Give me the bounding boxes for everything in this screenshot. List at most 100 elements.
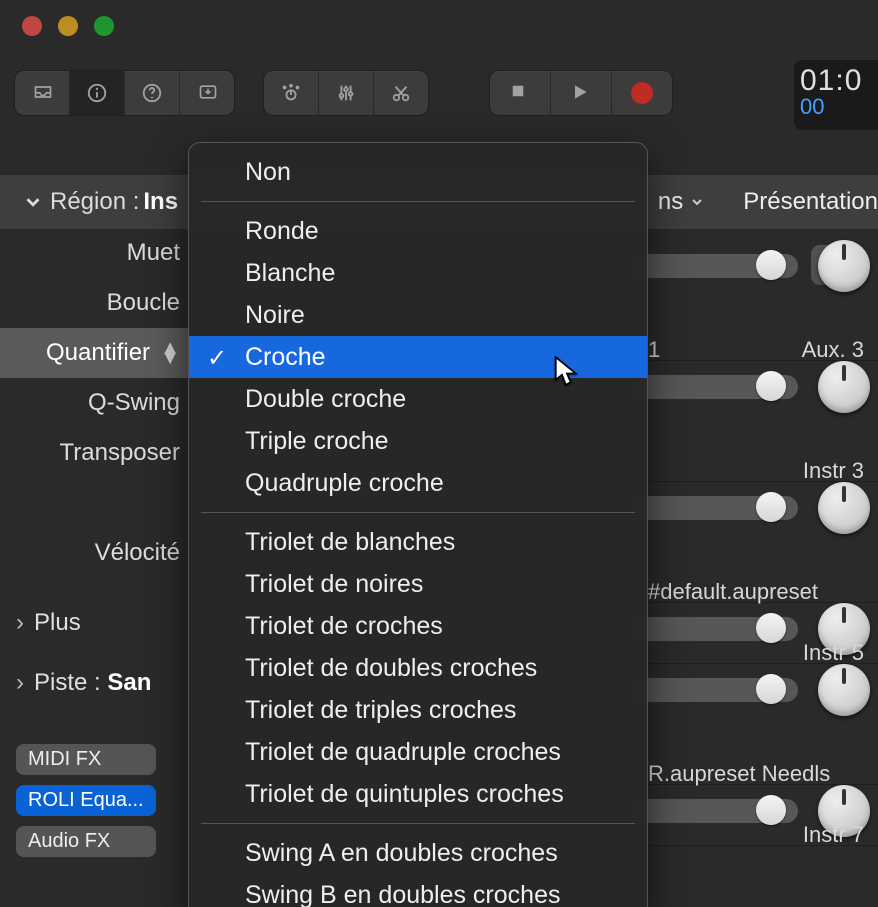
menu-item[interactable]: ✓Croche — [189, 336, 647, 378]
menu-item[interactable]: Triple croche — [189, 420, 647, 462]
prop-boucle[interactable]: Boucle — [0, 278, 190, 328]
view-label: Présentation — [743, 188, 878, 216]
piste-disclosure[interactable]: › Piste : San — [0, 660, 190, 706]
prop-transposer[interactable]: Transposer — [0, 428, 190, 478]
prop-velocite[interactable]: Vélocité — [0, 528, 190, 578]
prop-label: Boucle — [107, 289, 180, 317]
menu-item-label: Quadruple croche — [245, 469, 444, 497]
plus-label: Plus — [34, 609, 81, 637]
menu-item[interactable]: Noire — [189, 294, 647, 336]
menu-item-label: Swing A en doubles croches — [245, 839, 558, 867]
zoom-window-button[interactable] — [94, 16, 114, 36]
volume-slider[interactable] — [638, 375, 798, 399]
slider-thumb[interactable] — [756, 250, 786, 280]
menu-item-label: Noire — [245, 301, 305, 329]
pan-knob[interactable] — [818, 482, 870, 534]
quantize-menu[interactable]: Non RondeBlanche Noire ✓CrocheDouble croche… — [188, 142, 648, 907]
track-number: 1 — [648, 337, 660, 363]
slider-thumb[interactable] — [756, 674, 786, 704]
menu-item[interactable]: Triolet de quintuples croches — [189, 773, 647, 815]
track-name: Aux. 3 — [802, 337, 864, 362]
track-name: Needls — [762, 761, 830, 786]
volume-slider[interactable] — [638, 496, 798, 520]
slider-thumb[interactable] — [756, 795, 786, 825]
window-controls — [22, 16, 114, 36]
menu-item[interactable]: Triolet de blanches — [189, 521, 647, 563]
toolbar-import-button[interactable] — [180, 71, 234, 115]
menu-item-label: Croche — [245, 343, 326, 371]
menu-item[interactable]: Quadruple croche — [189, 462, 647, 504]
slider-thumb[interactable] — [756, 492, 786, 522]
volume-slider[interactable] — [638, 254, 798, 278]
track-row[interactable]: Instr 7 — [638, 846, 878, 886]
menu-item[interactable]: Triolet de doubles croches — [189, 647, 647, 689]
prop-quantifier[interactable]: Quantifier ▲▼ — [0, 328, 190, 378]
record-icon — [631, 82, 653, 104]
record-button[interactable] — [612, 71, 672, 115]
track-name: Instr 3 — [803, 458, 864, 483]
pan-knob[interactable] — [818, 664, 870, 716]
menu-item-label: Triolet de blanches — [245, 528, 455, 556]
stepper-icon: ▲▼ — [160, 343, 180, 363]
menu-item[interactable]: Swing A en doubles croches — [189, 832, 647, 874]
time-main: 01:0 — [800, 64, 872, 98]
time-display[interactable]: 01:0 00 — [794, 60, 878, 130]
volume-slider[interactable] — [638, 617, 798, 641]
menu-item[interactable]: Non — [189, 151, 647, 193]
track-name: Instr 7 — [803, 822, 864, 847]
piste-label: Piste : — [34, 669, 101, 697]
track-name: Instr 5 — [803, 640, 864, 665]
prop-label: Q-Swing — [88, 389, 180, 417]
chevron-down-icon — [689, 194, 705, 210]
volume-slider[interactable] — [638, 678, 798, 702]
dial-icon — [280, 82, 302, 104]
plus-disclosure[interactable]: › Plus — [0, 600, 190, 646]
volume-slider[interactable] — [638, 799, 798, 823]
plugin-slot[interactable]: ROLI Equa... — [16, 785, 156, 816]
track-preset: R.aupreset — [648, 761, 756, 786]
mixer-button[interactable] — [319, 71, 374, 115]
menu-item[interactable]: Triolet de triples croches — [189, 689, 647, 731]
prop-label: Quantifier — [46, 339, 150, 367]
menu-item-label: Non — [245, 158, 291, 186]
menu-item-label: Swing B en doubles croches — [245, 881, 560, 907]
slider-thumb[interactable] — [756, 613, 786, 643]
prop-muet[interactable]: Muet — [0, 228, 190, 278]
close-window-button[interactable] — [22, 16, 42, 36]
stop-button[interactable] — [490, 71, 551, 115]
app-window: 01:0 00 Région : Ins ns Présentation — [0, 0, 878, 907]
left-toolbar-group — [14, 70, 235, 116]
prop-qswing[interactable]: Q-Swing — [0, 378, 190, 428]
view-popup[interactable]: Présentation — [735, 188, 878, 216]
functions-label: ns — [658, 188, 683, 216]
chevron-down-icon[interactable] — [22, 191, 44, 213]
play-button[interactable] — [551, 71, 612, 115]
pan-knob[interactable] — [818, 240, 870, 292]
transport-group — [489, 70, 673, 116]
menu-item[interactable]: Triolet de quadruple croches — [189, 731, 647, 773]
menu-item[interactable]: Triolet de noires — [189, 563, 647, 605]
smart-controls-button[interactable] — [264, 71, 319, 115]
menu-item-label: Triolet de croches — [245, 612, 443, 640]
pan-knob[interactable] — [818, 361, 870, 413]
help-button[interactable] — [125, 71, 180, 115]
functions-popup[interactable]: ns — [650, 188, 713, 216]
editors-button[interactable] — [374, 71, 428, 115]
slider-thumb[interactable] — [756, 371, 786, 401]
menu-item[interactable]: Swing B en doubles croches — [189, 874, 647, 907]
sidebar-footer: › Plus › Piste : San — [0, 600, 190, 706]
minimize-window-button[interactable] — [58, 16, 78, 36]
library-button[interactable] — [15, 71, 70, 115]
track-name: #default.aupreset — [648, 579, 864, 605]
inspector-button[interactable] — [70, 71, 125, 115]
menu-item[interactable]: Triolet de croches — [189, 605, 647, 647]
audiofx-slot[interactable]: Audio FX — [16, 826, 156, 857]
menu-item[interactable]: Double croche — [189, 378, 647, 420]
menu-item[interactable]: Ronde — [189, 210, 647, 252]
midifx-slot[interactable]: MIDI FX — [16, 744, 156, 775]
main-toolbar — [14, 64, 878, 122]
region-value[interactable]: Ins — [143, 188, 178, 216]
menu-item[interactable]: Blanche — [189, 252, 647, 294]
prop-label: Transposer — [60, 439, 181, 467]
import-icon — [196, 82, 218, 104]
